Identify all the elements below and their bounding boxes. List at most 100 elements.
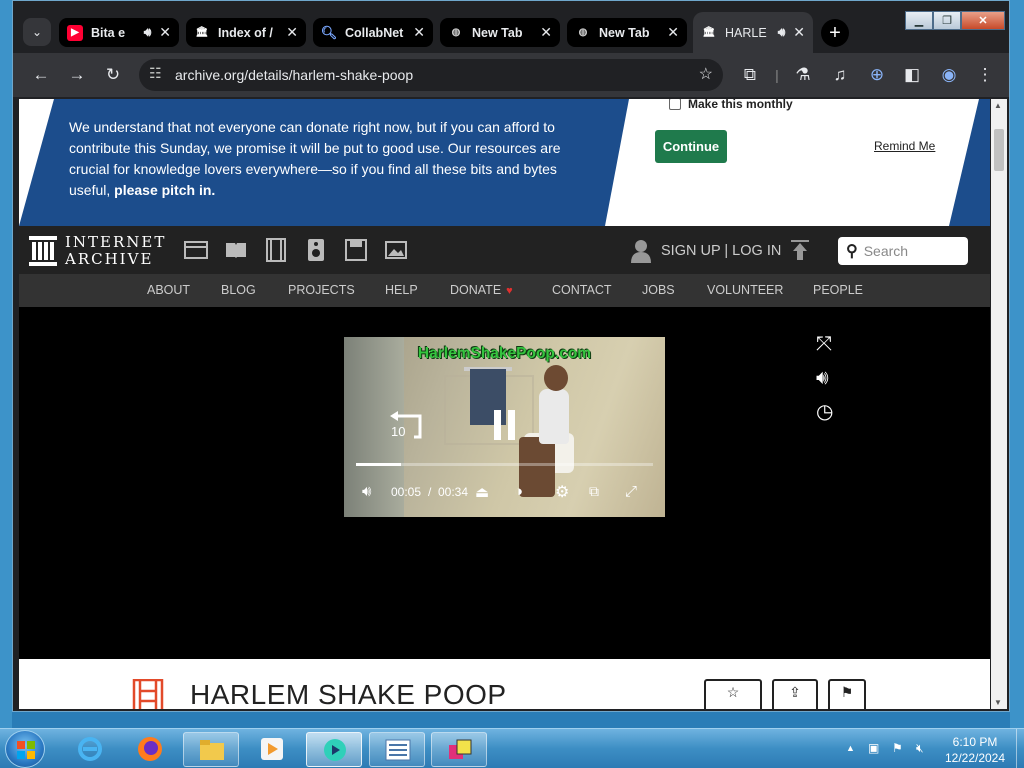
youtube-icon: ▶ (67, 24, 83, 41)
nav-volunteer[interactable]: VOLUNTEER (707, 283, 783, 297)
side-volume-icon[interactable]: 🔊︎ (816, 367, 829, 390)
picture-in-picture-icon[interactable]: ⧉ (589, 483, 599, 500)
close-tab-icon[interactable]: ✕ (540, 24, 552, 41)
tab-title: HARLE (725, 25, 767, 40)
back-icon[interactable]: ← (29, 63, 53, 87)
continue-button[interactable]: Continue (655, 130, 727, 163)
archive-search-input[interactable]: ⚲ Search (838, 237, 968, 265)
close-tab-icon[interactable]: ✕ (159, 24, 171, 41)
video-player[interactable]: HarlemShakePoop.com 10 🔊︎ 00:05 / 00:34 (344, 337, 665, 517)
nav-jobs[interactable]: JOBS (642, 283, 675, 297)
network-icon[interactable]: ▣ (868, 741, 879, 755)
scrollbar-thumb[interactable] (994, 129, 1004, 171)
minimize-button[interactable]: ▁ (905, 11, 933, 30)
video-film-icon[interactable] (264, 238, 288, 262)
address-bar[interactable]: ☷ archive.org/details/harlem-shake-poop … (139, 59, 723, 91)
tab-harlem-shake[interactable]: 🏛︎ HARLE 🔊︎ ✕ (693, 12, 813, 53)
close-tab-icon[interactable]: ✕ (413, 24, 425, 41)
download-icon[interactable]: ⊕ (865, 63, 889, 87)
speaker-icon[interactable]: 🔊︎ (778, 25, 786, 40)
monthly-checkbox[interactable] (669, 99, 681, 110)
system-clock[interactable]: 6:10 PM 12/22/2024 (935, 734, 1015, 766)
web-icon[interactable] (184, 238, 208, 262)
texts-book-icon[interactable] (224, 238, 248, 262)
side-panel-icon[interactable]: ◧ (900, 63, 924, 87)
new-tab-button[interactable]: + (821, 19, 849, 47)
taskbar-list-app[interactable] (369, 732, 425, 767)
volume-muted-icon[interactable]: 🔇︎ (916, 741, 924, 756)
taskbar-browser[interactable] (306, 732, 362, 767)
tab-search-button[interactable]: ⌄ (23, 18, 51, 46)
scroll-down-icon[interactable]: ▼ (994, 698, 1002, 707)
window-controls: ▁ ❐ ✕ (905, 11, 1005, 30)
bookmark-star-icon[interactable]: ☆ (699, 64, 713, 84)
flag-button[interactable]: ⚑ (828, 679, 866, 709)
color-squares-icon (449, 739, 472, 759)
speaker-icon[interactable]: 🔊︎ (144, 25, 152, 40)
page-scrollbar[interactable]: ▲ ▼ (991, 99, 1007, 709)
taskbar-media-player[interactable] (244, 732, 300, 767)
settings-gear-icon[interactable]: ⚙ (555, 482, 569, 502)
close-tab-icon[interactable]: ✕ (667, 24, 679, 41)
clock-time: 6:10 PM (952, 735, 998, 749)
internet-archive-logo[interactable]: INTERNET ARCHIVE (29, 234, 166, 268)
software-floppy-icon[interactable] (344, 238, 368, 262)
nav-help[interactable]: HELP (385, 283, 418, 297)
history-clock-icon[interactable]: ◷ (816, 399, 833, 424)
nav-people[interactable]: PEOPLE (813, 283, 863, 297)
airplay-icon[interactable]: ⏏ (475, 483, 489, 501)
fullscreen-icon[interactable]: ⤢ (625, 483, 637, 500)
media-queue-icon[interactable]: ♫ (828, 63, 852, 87)
scroll-up-icon[interactable]: ▲ (994, 101, 1002, 110)
start-button[interactable] (5, 730, 45, 768)
expand-theatre-icon[interactable]: ⤧ (816, 333, 832, 356)
taskbar-file-explorer[interactable] (183, 732, 239, 767)
audio-speaker-icon[interactable] (304, 238, 328, 262)
video-watermark: HarlemShakePoop.com (417, 345, 592, 362)
action-center-flag-icon[interactable]: ⚑ (892, 741, 903, 755)
share-icon: ⇪ (789, 684, 801, 700)
reload-icon[interactable]: ↻ (101, 63, 125, 87)
progress-track[interactable] (356, 463, 653, 466)
remind-me-link[interactable]: Remind Me (874, 139, 935, 153)
tab-index-of[interactable]: 🏛︎ Index of / ✕ (186, 18, 306, 47)
tab-youtube[interactable]: ▶ Bita e 🔊︎ ✕ (59, 18, 179, 47)
close-tab-icon[interactable]: ✕ (793, 24, 805, 41)
close-window-button[interactable]: ✕ (961, 11, 1005, 30)
site-info-icon[interactable]: ☷ (149, 65, 162, 82)
forward-icon[interactable]: → (65, 63, 89, 87)
media-type-icons (184, 238, 408, 262)
close-tab-icon[interactable]: ✕ (286, 24, 298, 41)
taskbar-internet-explorer[interactable] (62, 732, 118, 767)
tab-collabnet[interactable]: 🔍︎ CollabNet ✕ (313, 18, 433, 47)
flask-icon[interactable]: ⚗ (791, 63, 815, 87)
player-controls: 🔊︎ 00:05 / 00:34 ⏏ ◑ ⚙ ⧉ ⤢ (362, 482, 652, 505)
share-button[interactable]: ⇪ (772, 679, 818, 709)
pause-button[interactable] (494, 410, 516, 440)
volume-icon[interactable]: 🔊︎ (362, 483, 371, 500)
favorite-button[interactable]: ☆ (704, 679, 762, 709)
profile-avatar-icon[interactable]: ◉ (937, 63, 961, 87)
desktop-background-left (0, 0, 12, 728)
maximize-button[interactable]: ❐ (933, 11, 961, 30)
captions-contrast-icon[interactable]: ◑ (514, 483, 523, 500)
images-icon[interactable] (384, 238, 408, 262)
show-desktop-button[interactable] (1016, 729, 1024, 768)
nav-projects[interactable]: PROJECTS (288, 283, 355, 297)
extensions-puzzle-icon[interactable]: ⧉ (738, 63, 762, 87)
tab-new-tab-1[interactable]: ◍ New Tab ✕ (440, 18, 560, 47)
nav-about[interactable]: ABOUT (147, 283, 190, 297)
taskbar-color-app[interactable] (431, 732, 487, 767)
taskbar-firefox[interactable] (122, 732, 178, 767)
nav-blog[interactable]: BLOG (221, 283, 256, 297)
menu-kebab-icon[interactable]: ⋮ (973, 63, 997, 87)
make-monthly-option[interactable]: Make this monthly (669, 99, 793, 111)
show-hidden-icons[interactable]: ▲ (846, 743, 855, 753)
upload-icon[interactable] (789, 239, 811, 261)
sign-up-login-link[interactable]: SIGN UP | LOG IN (631, 239, 781, 263)
replay-10-button[interactable]: 10 (388, 407, 424, 441)
nav-donate[interactable]: DONATE ♥ (450, 283, 513, 297)
tab-new-tab-2[interactable]: ◍ New Tab ✕ (567, 18, 687, 47)
nav-contact[interactable]: CONTACT (552, 283, 612, 297)
video-frame-person-body (539, 389, 569, 444)
